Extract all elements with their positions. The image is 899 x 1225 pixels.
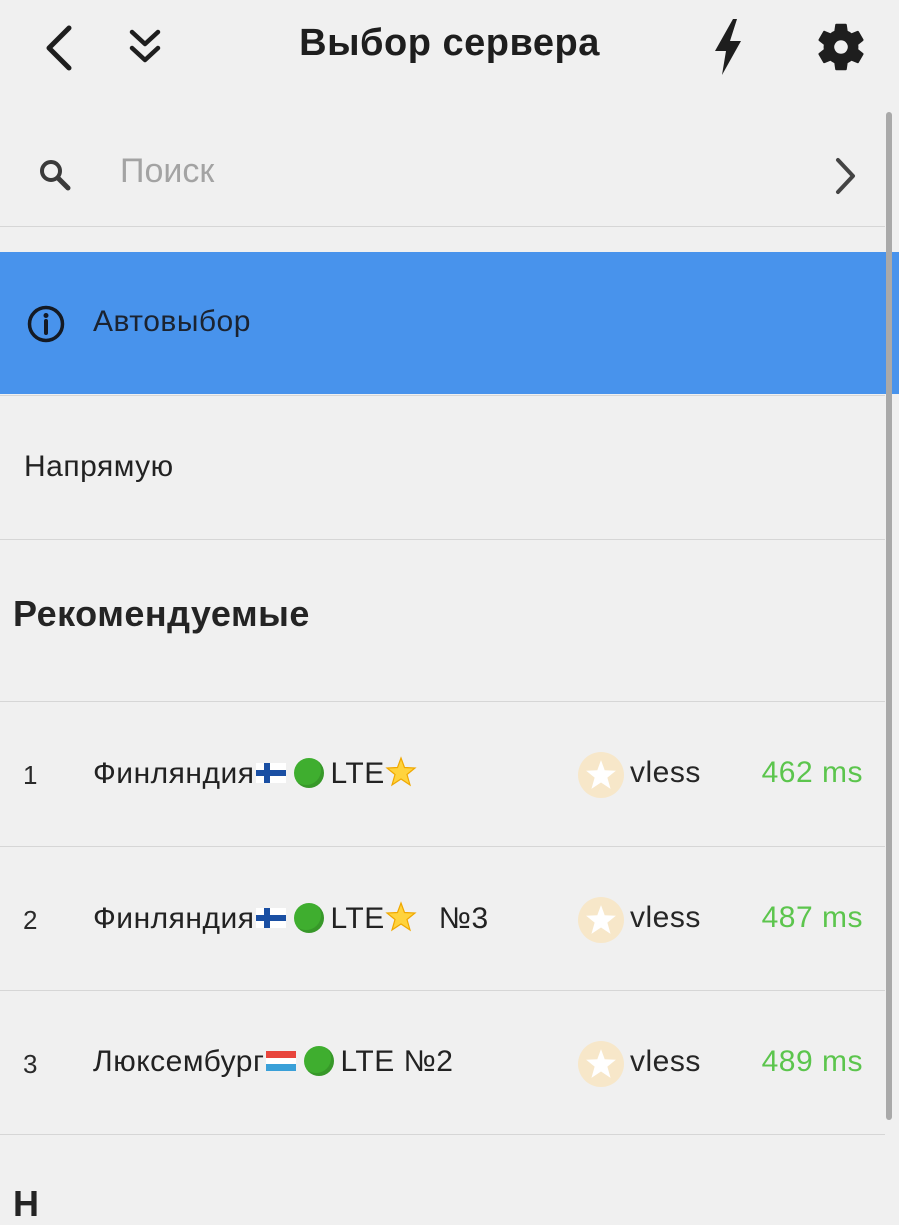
section-title-partial: Н [13, 1183, 39, 1224]
favorite-star-icon[interactable] [578, 752, 624, 798]
luxembourg-flag-icon [266, 1051, 297, 1072]
server-suffix: LTE [330, 756, 385, 790]
info-icon [27, 305, 65, 343]
direct-label: Напрямую [24, 450, 174, 483]
server-row[interactable]: 3 Люксембург LTE №2 vless 489 ms [0, 991, 885, 1135]
chevron-right-icon[interactable] [832, 156, 858, 196]
glowing-star-icon [385, 756, 417, 787]
server-protocol: vless [630, 756, 701, 789]
scrollbar[interactable] [886, 112, 892, 1120]
search-input[interactable]: Поиск [120, 152, 214, 191]
server-ping: 487 ms [761, 901, 863, 934]
finland-flag-icon [256, 763, 287, 783]
divider [0, 226, 885, 227]
section-title-recommended: Рекомендуемые [13, 593, 310, 634]
server-number: 3 [23, 1049, 38, 1079]
server-protocol: vless [630, 1045, 701, 1078]
settings-button[interactable] [810, 16, 872, 78]
search-icon [40, 160, 71, 191]
server-country: Финляндия [93, 756, 255, 790]
divider [0, 539, 885, 540]
gear-icon [818, 23, 864, 71]
auto-select-label: Автовыбор [93, 305, 251, 338]
server-suffix: LTE №2 [340, 1045, 454, 1078]
search-field[interactable]: Поиск [0, 118, 885, 226]
server-suffix: LTE [330, 901, 385, 935]
server-protocol: vless [630, 901, 701, 934]
direct-row[interactable]: Напрямую [0, 396, 885, 539]
favorite-star-icon[interactable] [578, 897, 624, 943]
server-ping: 462 ms [761, 756, 863, 789]
server-name: Финляндия LTE №3 [93, 901, 489, 939]
green-circle-icon [294, 903, 325, 933]
page-title: Выбор сервера [299, 22, 600, 64]
lightning-icon [715, 19, 741, 75]
top-bar: Выбор сервера [0, 0, 899, 92]
glowing-star-icon [385, 901, 417, 932]
server-number: 1 [23, 760, 38, 790]
divider [0, 1134, 885, 1135]
server-name: Люксембург LTE №2 [93, 1045, 453, 1080]
server-row[interactable]: 1 Финляндия LTE vless 462 ms [0, 702, 885, 846]
server-row[interactable]: 2 Финляндия LTE №3 vless 487 ms [0, 847, 885, 991]
server-number: 2 [23, 905, 38, 935]
green-circle-icon [294, 758, 325, 788]
auto-select-row[interactable]: Автовыбор [0, 252, 899, 394]
quick-connect-button[interactable] [706, 18, 750, 76]
green-circle-icon [304, 1046, 335, 1077]
finland-flag-icon [256, 908, 287, 928]
server-country: Финляндия [93, 901, 255, 935]
server-name: Финляндия LTE [93, 756, 417, 794]
server-extra: №3 [438, 901, 489, 935]
server-ping: 489 ms [761, 1045, 863, 1078]
server-country: Люксембург [93, 1045, 265, 1078]
favorite-star-icon[interactable] [578, 1041, 624, 1087]
